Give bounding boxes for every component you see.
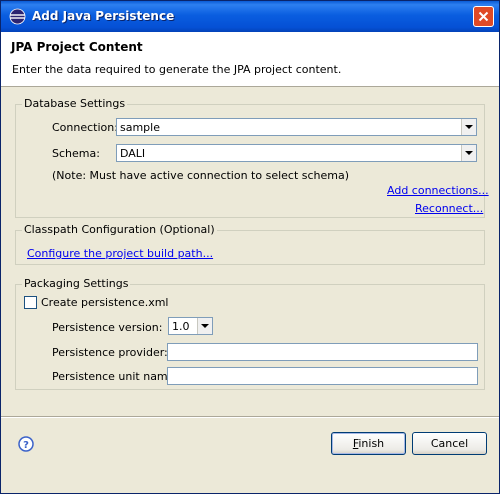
version-dropdown-button[interactable] [197, 318, 212, 334]
schema-label: Schema: [52, 147, 100, 160]
database-settings-legend: Database Settings [22, 97, 128, 110]
add-connections-link[interactable]: Add connections... [387, 184, 489, 197]
classpath-legend: Classpath Configuration (Optional) [22, 223, 217, 236]
window-title: Add Java Persistence [32, 9, 175, 23]
close-button[interactable] [473, 6, 494, 27]
cancel-label: Cancel [430, 437, 469, 450]
page-description: Enter the data required to generate the … [12, 63, 342, 76]
page-title: JPA Project Content [11, 40, 143, 54]
persistence-version-label: Persistence version: [52, 321, 163, 334]
connection-value: sample [120, 121, 160, 134]
persistence-provider-input[interactable] [167, 343, 478, 361]
persistence-provider-label: Persistence provider: [52, 346, 168, 359]
packaging-settings-legend: Packaging Settings [22, 277, 131, 290]
help-icon[interactable]: ? [18, 436, 34, 452]
persistence-version-value: 1.0 [172, 320, 190, 333]
connection-select[interactable]: sample [116, 118, 477, 136]
schema-note: (Note: Must have active connection to se… [52, 169, 350, 182]
persistence-unit-name-label: Persistence unit name: [52, 370, 179, 383]
title-bar[interactable]: Add Java Persistence [1, 1, 499, 32]
schema-select[interactable]: DALI [116, 144, 477, 162]
connection-dropdown-button[interactable] [461, 119, 476, 135]
eclipse-icon [9, 8, 26, 25]
create-persistence-xml-label: Create persistence.xml [41, 296, 169, 309]
chevron-down-icon [465, 151, 473, 155]
dialog-window: Add Java Persistence JPA Project Content… [0, 0, 500, 494]
svg-text:?: ? [23, 440, 29, 451]
finish-label-rest: inish [358, 437, 385, 450]
chevron-down-icon [465, 125, 473, 129]
persistence-unit-name-input[interactable] [167, 367, 478, 385]
schema-value: DALI [120, 147, 146, 160]
reconnect-link[interactable]: Reconnect... [415, 202, 483, 215]
create-persistence-xml-checkbox[interactable] [24, 296, 37, 309]
persistence-version-select[interactable]: 1.0 [168, 317, 213, 335]
page-header: JPA Project Content Enter the data requi… [1, 32, 499, 87]
schema-dropdown-button[interactable] [461, 145, 476, 161]
cancel-button[interactable]: Cancel [412, 432, 487, 455]
configure-build-path-link[interactable]: Configure the project build path... [27, 247, 213, 260]
close-icon [478, 11, 489, 22]
chevron-down-icon [201, 324, 209, 328]
finish-button[interactable]: Finish [331, 432, 406, 455]
connection-label: Connection: [52, 121, 118, 134]
footer-separator [1, 416, 499, 418]
